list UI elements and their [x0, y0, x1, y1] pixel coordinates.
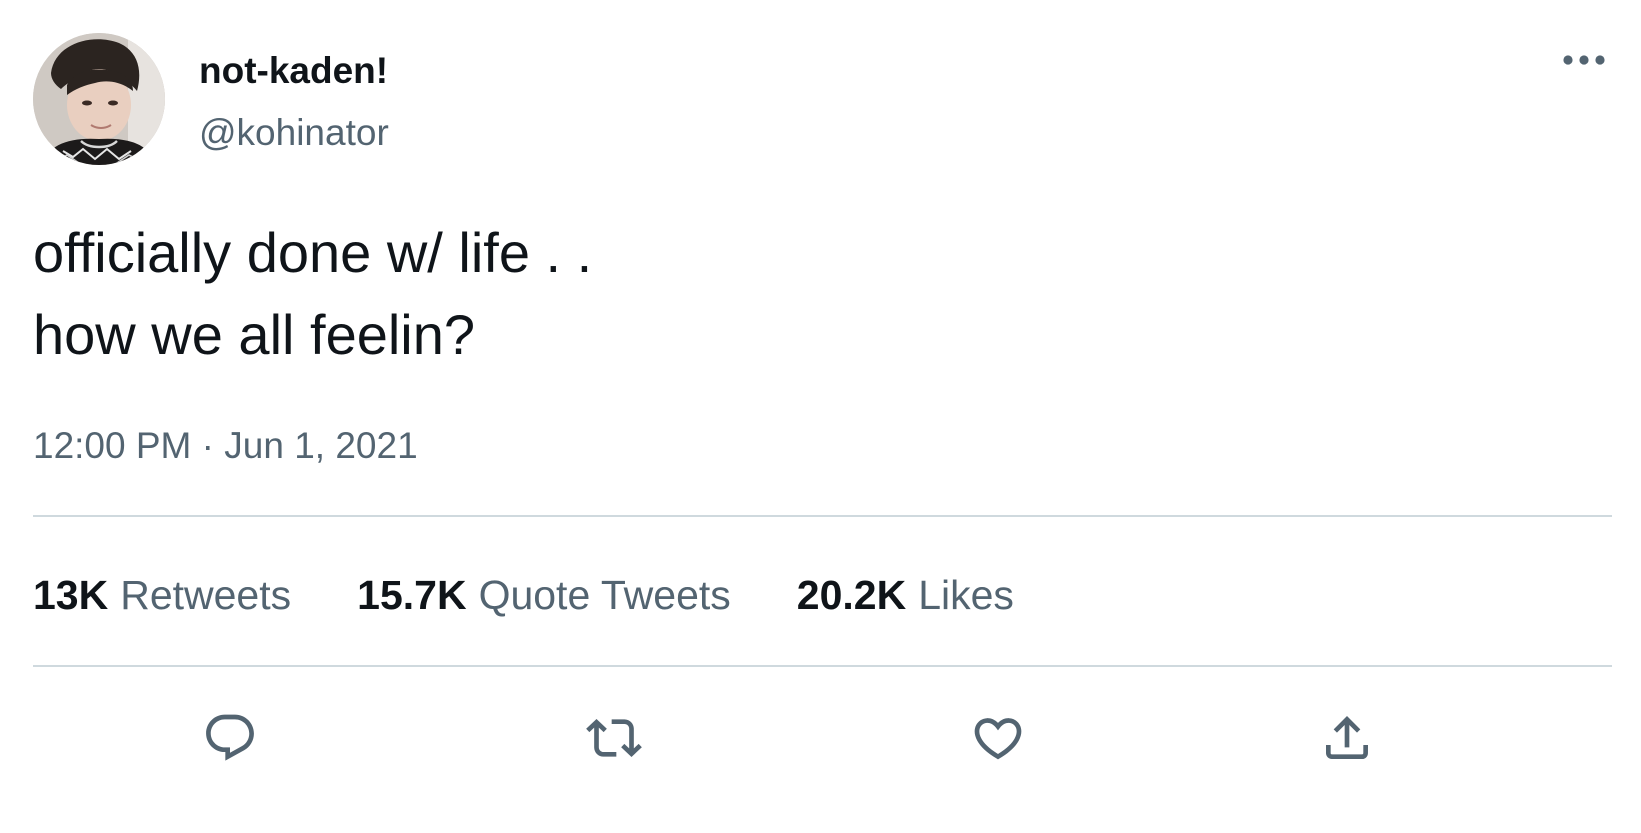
tweet-stats: 13K Retweets 15.7K Quote Tweets 20.2K Li…	[33, 570, 1014, 620]
tweet-text-line: how we all feelin?	[33, 303, 476, 366]
divider	[33, 665, 1612, 667]
divider	[33, 515, 1612, 517]
reply-icon	[206, 714, 254, 761]
more-options-button[interactable]	[1556, 44, 1612, 76]
user-handle[interactable]: @kohinator	[199, 111, 389, 155]
quote-tweets-label: Quote Tweets	[478, 572, 731, 618]
tweet-date[interactable]: Jun 1, 2021	[224, 425, 417, 466]
tweet-card: not-kaden! @kohinator officially done w/…	[0, 0, 1641, 833]
reply-button[interactable]	[195, 703, 265, 773]
likes-label: Likes	[918, 572, 1014, 618]
retweet-button[interactable]	[579, 703, 649, 773]
retweet-icon	[586, 719, 642, 757]
likes-stat[interactable]: 20.2K Likes	[797, 570, 1014, 620]
tweet-time[interactable]: 12:00 PM	[33, 425, 191, 466]
tweet-actions	[0, 703, 1641, 773]
tweet-text: officially done w/ life . . how we all f…	[33, 212, 592, 376]
share-button[interactable]	[1312, 703, 1382, 773]
retweets-stat[interactable]: 13K Retweets	[33, 570, 291, 620]
timestamp-separator: ·	[201, 425, 214, 466]
quote-tweets-stat[interactable]: 15.7K Quote Tweets	[357, 570, 731, 620]
share-icon	[1326, 716, 1368, 759]
likes-count: 20.2K	[796, 572, 907, 618]
quote-tweets-count: 15.7K	[357, 572, 467, 618]
display-name[interactable]: not-kaden!	[199, 49, 388, 93]
avatar-image	[33, 33, 165, 165]
like-button[interactable]	[963, 703, 1033, 773]
more-horizontal-icon	[1563, 55, 1605, 65]
retweets-label: Retweets	[120, 572, 292, 618]
retweets-count: 13K	[33, 572, 109, 618]
heart-icon	[974, 718, 1022, 760]
tweet-timestamp: 12:00 PM · Jun 1, 2021	[33, 424, 418, 468]
avatar[interactable]	[33, 33, 165, 165]
tweet-text-line: officially done w/ life . .	[33, 221, 593, 284]
